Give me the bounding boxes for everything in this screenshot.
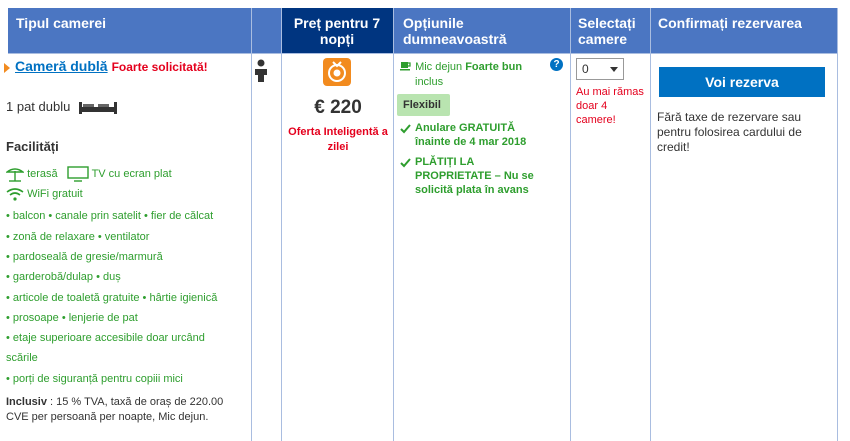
included-label: Inclusiv <box>6 396 47 408</box>
breakfast-quality: Foarte bun <box>465 60 523 73</box>
divider <box>650 8 651 441</box>
facility-list-item: • etaje superioare accesibile doar urcân… <box>6 332 205 344</box>
header-price: Preț pentru 7 nopți <box>281 8 393 53</box>
divider <box>281 8 282 441</box>
checkmark-icon <box>400 158 411 168</box>
help-icon[interactable]: ? <box>550 58 563 71</box>
header-select: Selectați camere <box>578 15 636 47</box>
no-fees-note: Fără taxe de rezervare sau pentru folosi… <box>657 110 802 154</box>
reserve-button[interactable]: Voi rezerva <box>659 67 825 97</box>
facility-list-item: • porți de siguranță pentru copiii mici <box>6 373 183 385</box>
facility-list-item: • garderobă/dulap • duș <box>6 271 121 283</box>
dropdown-arrow-icon <box>610 67 618 72</box>
divider <box>393 8 394 441</box>
room-name-link[interactable]: Cameră dublă <box>15 58 108 74</box>
included-info: Inclusiv : 15 % TVA, taxă de oraș de 220… <box>6 395 242 425</box>
breakfast-label: Mic dejun <box>415 60 463 73</box>
facility-list-item: • balcon • canale prin satelit • fier de… <box>6 210 214 222</box>
pay-at-property-text: PLĂTIȚI LA PROPRIETATE – Nu se solicită … <box>415 156 534 196</box>
terrace-icon <box>4 168 26 182</box>
checkmark-icon <box>400 124 411 134</box>
facility-row: WiFi gratuit <box>6 187 83 201</box>
breakfast-option: Mic dejun Foarte bun inclus <box>400 59 550 89</box>
facility-wifi: WiFi gratuit <box>27 187 83 200</box>
price-value: € 220 <box>314 97 362 118</box>
header-room-type: Tipul camerei <box>16 15 107 31</box>
facility-tv: TV cu ecran plat <box>91 167 172 180</box>
facility-list-item: • zonă de relaxare • ventilator <box>6 231 150 243</box>
double-bed-icon <box>78 101 117 114</box>
divider <box>251 8 252 441</box>
facility-row: terasă TV cu ecran plat <box>4 166 172 182</box>
bed-label: 1 pat dublu <box>6 99 71 114</box>
facility-list-item: scările <box>6 352 38 364</box>
rooms-left-warning: Au mai rămas doar 4 camere! <box>576 86 644 126</box>
divider <box>837 8 838 441</box>
flexible-badge: Flexibil <box>397 94 450 116</box>
facility-list-item: • pardoseală de gresie/marmură <box>6 251 163 263</box>
room-quantity-select[interactable]: 0 <box>576 58 624 80</box>
wifi-icon <box>6 188 24 201</box>
room-title: Cameră dublă Foarte solicitată! <box>4 58 208 74</box>
header-options: Opțiunile dumneavoastră <box>403 15 507 47</box>
tv-icon <box>67 166 89 182</box>
free-cancel-text: Anulare GRATUITĂ înainte de 4 mar 2018 <box>415 122 527 148</box>
caret-right-icon <box>4 62 10 73</box>
bed-info: 1 pat dublu <box>6 99 118 115</box>
breakfast-icon <box>323 58 351 86</box>
divider <box>570 8 571 441</box>
facility-list-item: • prosoape • lenjerie de pat <box>6 312 138 324</box>
person-icon <box>254 59 268 86</box>
smart-offer-label: Oferta Inteligentă a zilei <box>288 126 388 153</box>
breakfast-included: inclus <box>415 76 444 88</box>
room-quantity-value: 0 <box>582 62 589 76</box>
facilities-title: Facilități <box>6 139 59 154</box>
high-demand-badge: Foarte solicitată! <box>111 60 208 74</box>
facility-terrace: terasă <box>27 167 58 180</box>
coffee-cup-icon <box>400 59 412 75</box>
free-cancel-option: Anulare GRATUITĂ înainte de 4 mar 2018 <box>400 121 550 149</box>
pay-at-property-option: PLĂTIȚI LA PROPRIETATE – Nu se solicită … <box>400 155 550 197</box>
header-confirm: Confirmați rezervarea <box>658 15 802 31</box>
facility-list-item: • articole de toaletă gratuite • hârtie … <box>6 292 218 304</box>
divider <box>8 53 838 54</box>
